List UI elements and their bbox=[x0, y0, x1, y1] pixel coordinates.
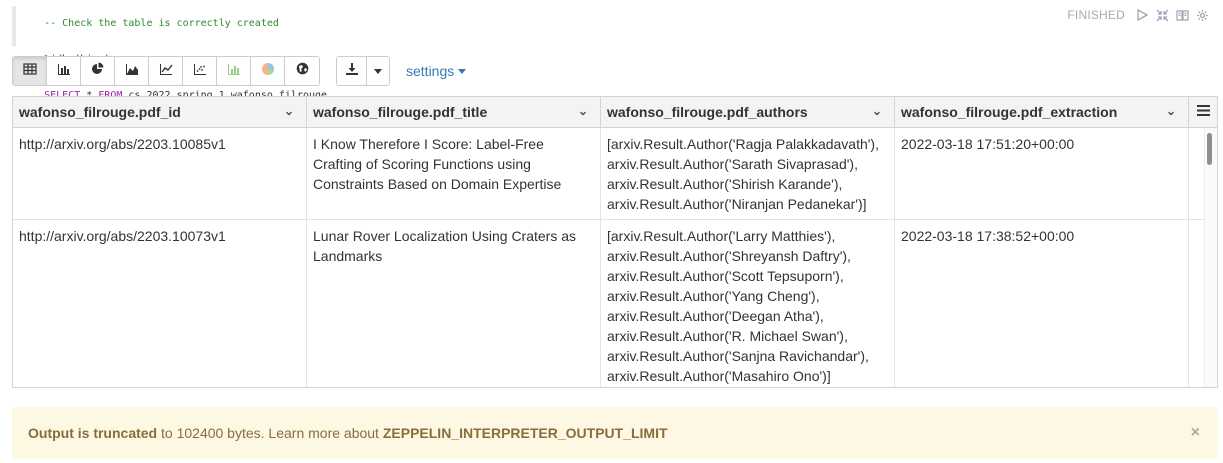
run-icon[interactable] bbox=[1135, 8, 1149, 22]
chevron-down-icon[interactable]: ⌄ bbox=[1166, 105, 1176, 117]
download-group bbox=[336, 56, 390, 86]
author-entry: [arxiv.Result.Author('Ragja Palakkadavat… bbox=[607, 136, 879, 152]
line-chart-button[interactable] bbox=[149, 57, 183, 85]
line-chart-icon bbox=[159, 62, 173, 80]
author-entry: arxiv.Result.Author('Deegan Atha'), bbox=[607, 308, 824, 324]
pie-colored-icon bbox=[261, 62, 275, 81]
visualization-buttons bbox=[12, 56, 320, 86]
cell-pdf-extraction: 2022-03-18 17:38:52+00:00 bbox=[895, 220, 1189, 387]
author-entry: arxiv.Result.Author('Sanjna Ravichandar'… bbox=[607, 348, 869, 364]
area-chart-icon bbox=[125, 62, 139, 80]
bar-chart-icon bbox=[57, 62, 71, 80]
column-header-label: wafonso_filrouge.pdf_title bbox=[313, 104, 488, 120]
collapse-icon[interactable] bbox=[1155, 8, 1169, 22]
table-header: wafonso_filrouge.pdf_id ⌄ wafonso_filrou… bbox=[13, 97, 1217, 128]
author-entry: arxiv.Result.Author('Masahiro Ono')] bbox=[607, 368, 831, 384]
alert-middle-text: to 102400 bytes. Learn more about bbox=[157, 425, 383, 441]
map-button[interactable] bbox=[285, 57, 319, 85]
paragraph-status: FINISHED bbox=[1067, 8, 1125, 22]
pie-chart-icon bbox=[91, 62, 104, 80]
table-view-button[interactable] bbox=[13, 57, 47, 85]
author-entry: arxiv.Result.Author('Scott Tepsuporn'), bbox=[607, 268, 844, 284]
mini-bar-chart-icon bbox=[227, 62, 241, 80]
download-icon bbox=[345, 62, 358, 80]
book-icon[interactable] bbox=[1175, 8, 1189, 22]
vertical-scrollbar-track[interactable] bbox=[1204, 128, 1217, 387]
hamburger-menu-icon bbox=[1196, 103, 1210, 121]
globe-icon bbox=[296, 62, 309, 80]
column-header-label: wafonso_filrouge.pdf_authors bbox=[607, 104, 808, 120]
alert-message: Output is truncated to 102400 bytes. Lea… bbox=[28, 425, 668, 441]
author-entry: arxiv.Result.Author('Shreyansh Daftry'), bbox=[607, 248, 851, 264]
author-entry: arxiv.Result.Author('Sarath Sivaprasad')… bbox=[607, 156, 858, 172]
table-body: http://arxiv.org/abs/2203.10085v1 I Know… bbox=[13, 128, 1207, 387]
chevron-down-icon[interactable]: ⌄ bbox=[578, 105, 588, 117]
grid-menu-button[interactable] bbox=[1189, 97, 1217, 127]
download-button[interactable] bbox=[337, 57, 367, 85]
chevron-down-icon bbox=[458, 68, 467, 74]
author-entry: arxiv.Result.Author('Shirish Karande'), bbox=[607, 176, 843, 192]
pie-chart-button[interactable] bbox=[81, 57, 115, 85]
paragraph-controls: FINISHED bbox=[1067, 8, 1209, 22]
column-header[interactable]: wafonso_filrouge.pdf_id ⌄ bbox=[13, 97, 307, 127]
author-entry: arxiv.Result.Author('Yang Cheng'), bbox=[607, 288, 820, 304]
code-line: -- Check the table is correctly created bbox=[20, 6, 612, 42]
area-chart-button[interactable] bbox=[115, 57, 149, 85]
cell-pdf-authors: [arxiv.Result.Author('Larry Matthies'), … bbox=[601, 220, 895, 387]
code-token: -- Check the table is correctly created bbox=[44, 18, 279, 29]
pie-colored-button[interactable] bbox=[251, 57, 285, 85]
chevron-down-icon bbox=[374, 68, 382, 74]
cell-pdf-authors: [arxiv.Result.Author('Ragja Palakkadavat… bbox=[601, 128, 895, 219]
vertical-scrollbar-thumb[interactable] bbox=[1207, 133, 1212, 165]
column-header[interactable]: wafonso_filrouge.pdf_authors ⌄ bbox=[601, 97, 895, 127]
close-icon[interactable]: × bbox=[1191, 424, 1200, 442]
alert-bold-text: Output is truncated bbox=[28, 425, 158, 441]
mini-bar-chart-button[interactable] bbox=[217, 57, 251, 85]
table-row[interactable]: http://arxiv.org/abs/2203.10073v1 Lunar … bbox=[13, 220, 1207, 387]
scatter-chart-icon bbox=[193, 62, 207, 80]
column-header[interactable]: wafonso_filrouge.pdf_title ⌄ bbox=[307, 97, 601, 127]
download-options-button[interactable] bbox=[367, 57, 389, 85]
code-editor[interactable]: -- Check the table is correctly created … bbox=[12, 6, 612, 101]
column-header[interactable]: wafonso_filrouge.pdf_extraction ⌄ bbox=[895, 97, 1189, 127]
settings-dropdown[interactable]: settings bbox=[406, 63, 467, 79]
scatter-chart-button[interactable] bbox=[183, 57, 217, 85]
cell-pdf-extraction: 2022-03-18 17:51:20+00:00 bbox=[895, 128, 1189, 219]
result-table[interactable]: wafonso_filrouge.pdf_id ⌄ wafonso_filrou… bbox=[12, 96, 1218, 388]
chevron-down-icon[interactable]: ⌄ bbox=[872, 105, 882, 117]
table-icon bbox=[22, 62, 37, 80]
alert-link-text: ZEPPELIN_INTERPRETER_OUTPUT_LIMIT bbox=[382, 425, 668, 441]
settings-label: settings bbox=[406, 63, 455, 79]
author-entry: arxiv.Result.Author('Niranjan Pedanekar'… bbox=[607, 196, 867, 212]
cell-pdf-id: http://arxiv.org/abs/2203.10085v1 bbox=[13, 128, 307, 219]
chevron-down-icon[interactable]: ⌄ bbox=[284, 105, 294, 117]
result-toolbar: settings bbox=[12, 56, 467, 86]
author-entry: arxiv.Result.Author('R. Michael Swan'), bbox=[607, 328, 848, 344]
column-header-label: wafonso_filrouge.pdf_id bbox=[19, 104, 181, 120]
cell-pdf-title: Lunar Rover Localization Using Craters a… bbox=[307, 220, 601, 387]
cell-pdf-id: http://arxiv.org/abs/2203.10073v1 bbox=[13, 220, 307, 387]
cell-pdf-title: I Know Therefore I Score: Label-Free Cra… bbox=[307, 128, 601, 219]
table-row[interactable]: http://arxiv.org/abs/2203.10085v1 I Know… bbox=[13, 128, 1207, 220]
author-entry: [arxiv.Result.Author('Larry Matthies'), bbox=[607, 228, 836, 244]
gear-icon[interactable] bbox=[1195, 8, 1209, 22]
bar-chart-button[interactable] bbox=[47, 57, 81, 85]
output-truncated-alert: Output is truncated to 102400 bytes. Lea… bbox=[12, 407, 1218, 459]
column-header-label: wafonso_filrouge.pdf_extraction bbox=[901, 104, 1118, 120]
